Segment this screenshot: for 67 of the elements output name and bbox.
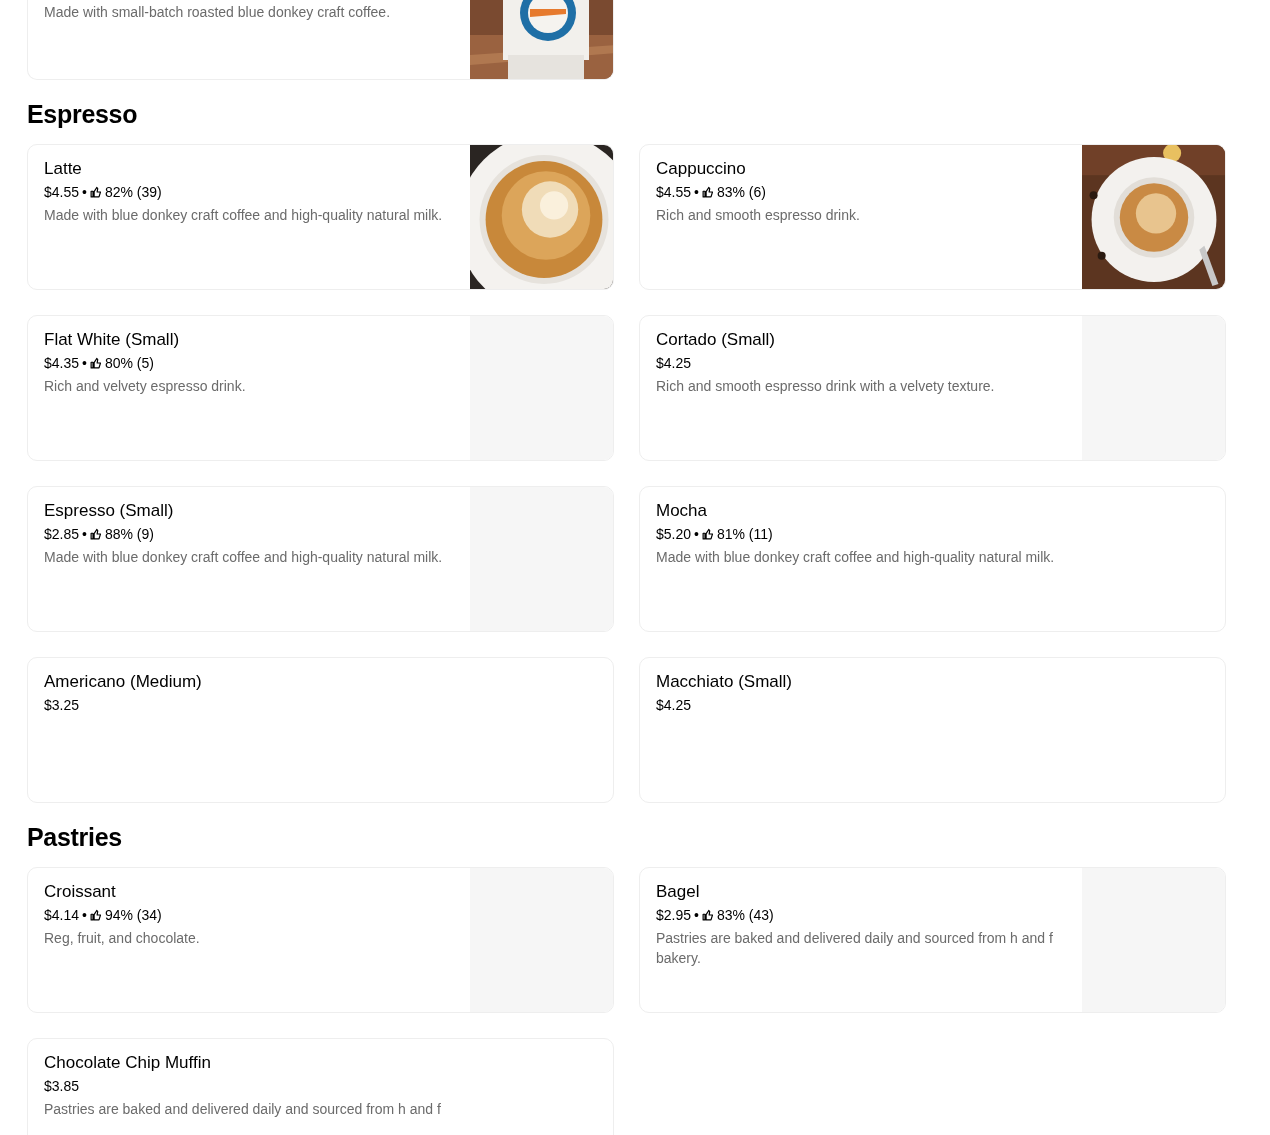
item-name: Croissant bbox=[44, 882, 117, 902]
item-name: Macchiato (Small) bbox=[656, 672, 794, 692]
item-price: $4.35 bbox=[44, 354, 80, 372]
item-name: Americano (Medium) bbox=[44, 672, 203, 692]
item-rating: 83% (43) bbox=[716, 906, 774, 924]
menu-item-card[interactable]: Chocolate Chip Muffin $3.85 Pastries are baked and delivered daily and sourced from h and f bbox=[27, 1038, 614, 1135]
separator-dot: • bbox=[82, 525, 87, 543]
thumbs-up-icon bbox=[89, 186, 102, 198]
item-name: Bagel bbox=[656, 882, 701, 902]
menu-item-card[interactable]: Made with small-batch roasted blue donkey craft coffee. bbox=[27, 0, 614, 80]
item-rating: 88% (9) bbox=[104, 525, 154, 543]
separator-dot: • bbox=[82, 906, 87, 924]
section-heading: Pastries bbox=[27, 822, 123, 853]
item-description: Pastries are baked and delivered daily and sourced from h and f bbox=[44, 1100, 442, 1119]
menu-item-card[interactable]: Cortado (Small) $4.25 Rich and smooth espresso drink with a velvety texture. bbox=[639, 315, 1226, 461]
item-description: Made with small-batch roasted blue donkey craft coffee. bbox=[44, 3, 392, 22]
item-name: Latte bbox=[44, 159, 83, 179]
menu-item-card[interactable]: Espresso (Small) $2.85 • 88% (9) Made with blue donkey craft coffee and high-quality natural milk. bbox=[27, 486, 614, 632]
separator-dot: • bbox=[82, 183, 87, 201]
thumbs-up-icon bbox=[701, 186, 714, 198]
item-name: Espresso (Small) bbox=[44, 501, 175, 521]
item-description: Made with blue donkey craft coffee and high-quality natural milk. bbox=[44, 206, 444, 225]
item-description: Rich and velvety espresso drink. bbox=[44, 377, 247, 396]
item-price: $2.85 bbox=[44, 525, 80, 543]
section-heading: Espresso bbox=[27, 99, 139, 130]
item-description: Made with blue donkey craft coffee and high-quality natural milk. bbox=[44, 548, 444, 567]
item-rating: 82% (39) bbox=[104, 183, 162, 201]
item-rating: 94% (34) bbox=[104, 906, 162, 924]
separator-dot: • bbox=[694, 525, 699, 543]
menu-item-card[interactable]: Macchiato (Small) $4.25 bbox=[639, 657, 1226, 803]
separator-dot: • bbox=[694, 906, 699, 924]
item-rating: 80% (5) bbox=[104, 354, 154, 372]
thumbs-up-icon bbox=[89, 909, 102, 921]
separator-dot: • bbox=[694, 183, 699, 201]
menu-item-card[interactable]: Bagel $2.95 • 83% (43) Pastries are baked and delivered daily and sourced from h and f bakery. bbox=[639, 867, 1226, 1013]
thumbs-up-icon bbox=[701, 909, 714, 921]
item-rating: 81% (11) bbox=[716, 525, 773, 543]
thumbs-up-icon bbox=[701, 528, 714, 540]
item-price: $3.85 bbox=[44, 1077, 80, 1095]
item-price: $4.25 bbox=[656, 354, 692, 372]
item-price: $5.20 bbox=[656, 525, 692, 543]
thumbs-up-icon bbox=[89, 528, 102, 540]
menu-item-card[interactable]: Flat White (Small) $4.35 • 80% (5) Rich and velvety espresso drink. bbox=[27, 315, 614, 461]
item-price: $3.25 bbox=[44, 696, 80, 714]
separator-dot: • bbox=[82, 354, 87, 372]
item-name: Chocolate Chip Muffin bbox=[44, 1053, 212, 1073]
item-name: Flat White (Small) bbox=[44, 330, 181, 350]
item-price: $4.25 bbox=[656, 696, 692, 714]
item-name: Cappuccino bbox=[656, 159, 747, 179]
menu-item-card[interactable]: Americano (Medium) $3.25 bbox=[27, 657, 614, 803]
item-price: $4.14 bbox=[44, 906, 80, 924]
item-price: $4.55 bbox=[656, 183, 692, 201]
thumbs-up-icon bbox=[89, 357, 102, 369]
menu-item-card[interactable]: Cappuccino $4.55 • 83% (6) Rich and smooth espresso drink. bbox=[639, 144, 1226, 290]
item-description: Made with blue donkey craft coffee and high-quality natural milk. bbox=[656, 548, 1056, 567]
item-description: Pastries are baked and delivered daily and sourced from h and f bakery. bbox=[656, 929, 1054, 968]
menu-item-card[interactable]: Latte $4.55 • 82% (39) Made with blue donkey craft coffee and high-quality natural milk. bbox=[27, 144, 614, 290]
menu-item-card[interactable]: Croissant $4.14 • 94% (34) Reg, fruit, and chocolate. bbox=[27, 867, 614, 1013]
item-description: Rich and smooth espresso drink. bbox=[656, 206, 861, 225]
menu-item-card[interactable]: Mocha $5.20 • 81% (11) Made with blue donkey craft coffee and high-quality natural milk. bbox=[639, 486, 1226, 632]
item-description: Rich and smooth espresso drink with a velvety texture. bbox=[656, 377, 996, 396]
item-price: $2.95 bbox=[656, 906, 692, 924]
item-name: Mocha bbox=[656, 501, 709, 521]
item-price: $4.55 bbox=[44, 183, 80, 201]
item-description: Reg, fruit, and chocolate. bbox=[44, 929, 201, 948]
item-name: Cortado (Small) bbox=[656, 330, 777, 350]
item-rating: 83% (6) bbox=[716, 183, 766, 201]
